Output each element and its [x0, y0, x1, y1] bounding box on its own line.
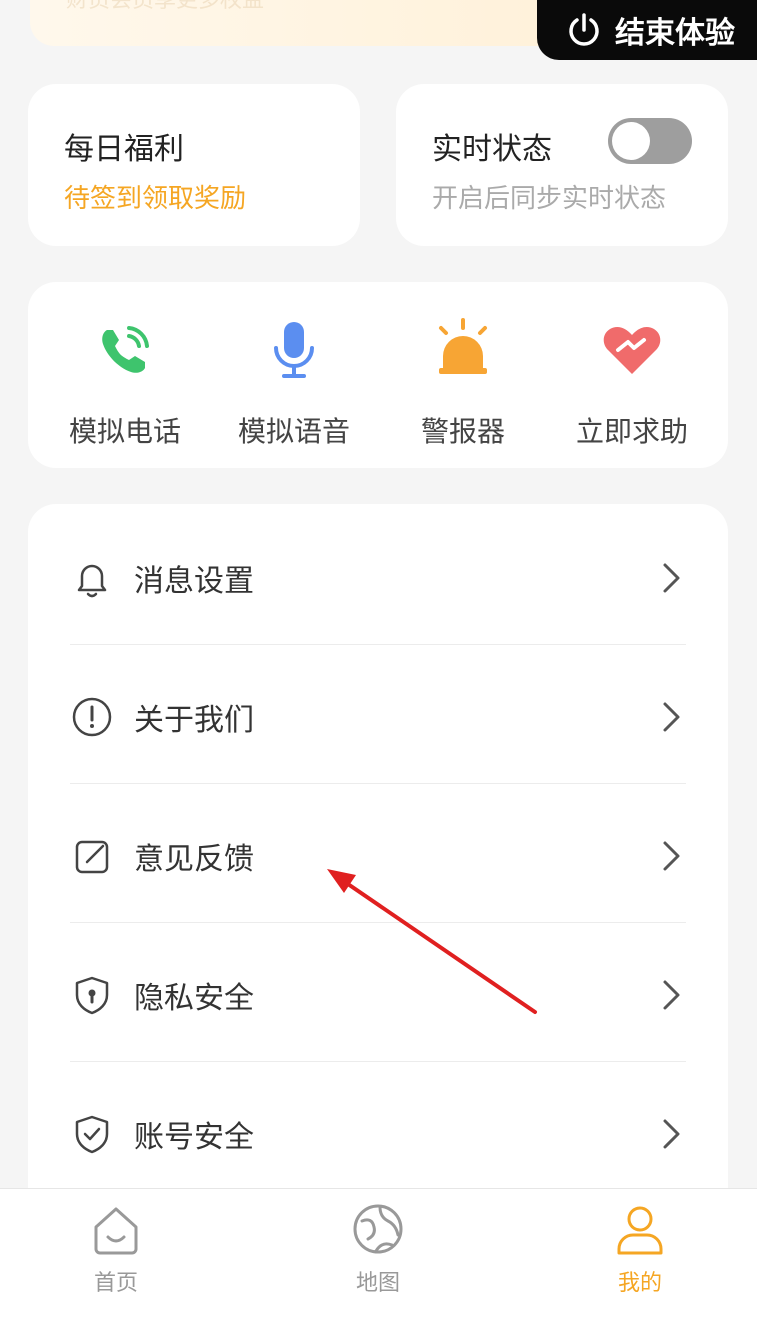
tab-map[interactable]: 地图	[308, 1189, 448, 1327]
daily-welfare-subtitle: 待签到领取奖励	[64, 184, 247, 214]
divider	[70, 644, 686, 645]
tool-label: 警报器	[420, 415, 505, 448]
menu-item-label: 意见反馈	[134, 841, 254, 877]
realtime-status-subtitle: 开启后同步实时状态	[432, 184, 667, 214]
menu-item-about-us[interactable]: 关于我们	[70, 647, 686, 786]
divider	[70, 1061, 686, 1062]
menu-item-label: 账号安全	[134, 1119, 254, 1155]
tab-mine[interactable]: 我的	[570, 1189, 710, 1327]
bottom-tab-bar: 首页 地图 我的	[0, 1188, 757, 1327]
chevron-right-icon	[663, 841, 680, 870]
tool-label: 模拟语音	[237, 415, 350, 448]
tab-label: 首页	[93, 1271, 138, 1296]
tab-home[interactable]: 首页	[46, 1189, 186, 1327]
tab-label: 地图	[355, 1271, 400, 1296]
menu-item-account-security[interactable]: 账号安全	[70, 1064, 686, 1203]
end-experience-button[interactable]: 结束体验	[537, 0, 757, 60]
home-icon	[94, 1207, 138, 1255]
banner-text: 财员会员享更多权益	[66, 0, 265, 13]
heart-handshake-icon	[603, 327, 661, 374]
safety-tools-card: 模拟电话 模拟语音 警报器 立即求助	[28, 282, 728, 468]
menu-item-label: 关于我们	[134, 702, 254, 738]
realtime-status-title: 实时状态	[432, 132, 552, 167]
chevron-right-icon	[663, 1119, 680, 1148]
chevron-right-icon	[663, 702, 680, 731]
chevron-right-icon	[663, 980, 680, 1009]
phone-call-icon	[102, 326, 149, 373]
toggle-knob	[612, 122, 650, 160]
tab-label: 我的	[617, 1271, 662, 1296]
menu-item-message-settings[interactable]: 消息设置	[70, 508, 686, 647]
bell-icon	[77, 564, 107, 597]
menu-item-privacy-security[interactable]: 隐私安全	[70, 925, 686, 1064]
tool-label: 模拟电话	[68, 415, 181, 448]
end-experience-label: 结束体验	[615, 16, 735, 51]
shield-lock-icon	[75, 976, 109, 1014]
settings-menu-card: 消息设置 关于我们 意见反馈 隐私安全 账号安全	[28, 504, 728, 1224]
realtime-status-toggle[interactable]	[608, 118, 692, 164]
menu-item-label: 消息设置	[134, 563, 254, 599]
divider	[70, 922, 686, 923]
tool-help-now[interactable]: 立即求助	[547, 282, 717, 468]
microphone-icon	[274, 322, 314, 378]
shield-check-icon	[75, 1115, 109, 1153]
tool-label: 立即求助	[575, 415, 688, 448]
membership-banner[interactable]: 财员会员享更多权益	[30, 0, 590, 46]
alarm-siren-icon	[439, 318, 487, 374]
globe-map-icon	[353, 1204, 403, 1254]
menu-item-label: 隐私安全	[134, 980, 254, 1016]
divider	[70, 783, 686, 784]
realtime-status-card: 实时状态 开启后同步实时状态	[396, 84, 728, 246]
menu-item-feedback[interactable]: 意见反馈	[70, 786, 686, 925]
chevron-right-icon	[663, 563, 680, 592]
tool-simulated-call[interactable]: 模拟电话	[40, 282, 210, 468]
tool-simulated-voice[interactable]: 模拟语音	[209, 282, 379, 468]
daily-welfare-card[interactable]: 每日福利 待签到领取奖励	[28, 84, 360, 246]
daily-welfare-title: 每日福利	[64, 132, 184, 167]
edit-feedback-icon	[75, 840, 109, 873]
tool-alarm[interactable]: 警报器	[378, 282, 548, 468]
user-profile-icon	[617, 1206, 663, 1255]
power-icon	[569, 13, 599, 46]
info-exclamation-icon	[72, 697, 112, 736]
